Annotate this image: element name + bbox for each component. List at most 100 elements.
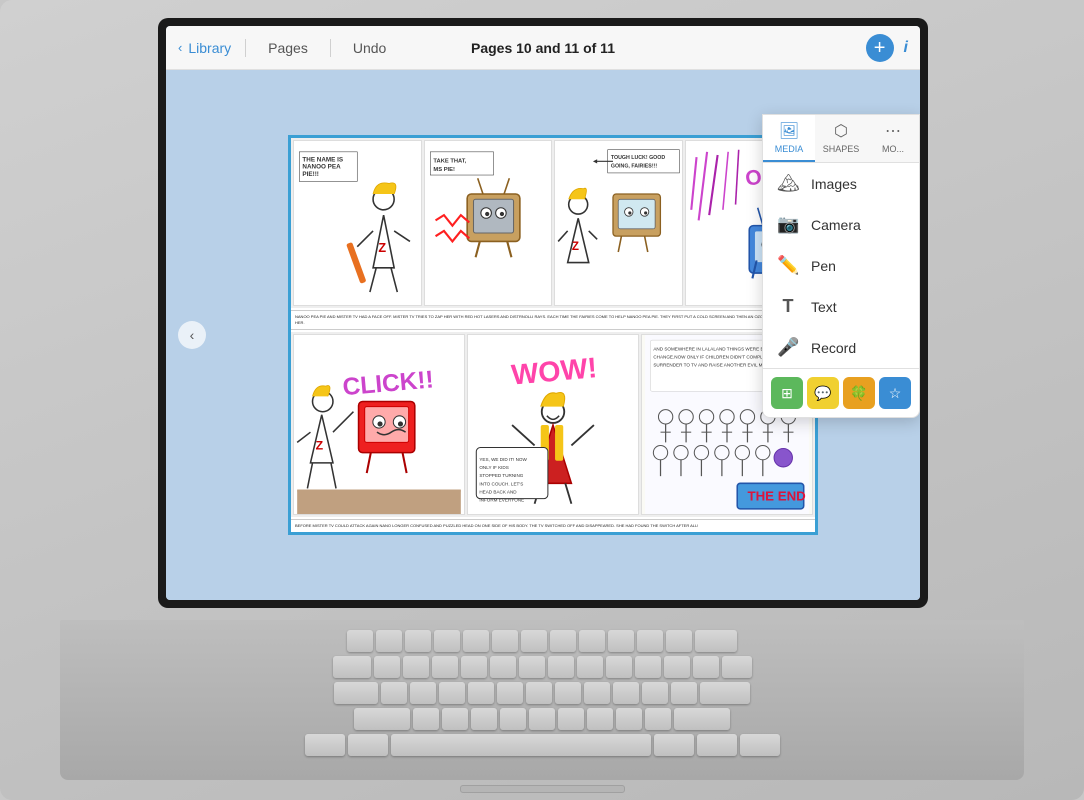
key	[403, 656, 429, 678]
comic-top-narrative: NANOO PEA PIE AND MISTER TV HAD A FACE O…	[291, 310, 815, 330]
svg-text:TAKE THAT,: TAKE THAT,	[433, 158, 466, 164]
key	[333, 656, 371, 678]
key	[497, 682, 523, 704]
comic-panel-5: CLICK!!	[293, 334, 465, 515]
key	[490, 656, 516, 678]
grid-icon: ⊞	[781, 385, 793, 402]
menu-item-record[interactable]: 🎤 Record	[763, 327, 919, 368]
menu-item-text[interactable]: T Text	[763, 286, 919, 327]
svg-text:CHANGE.NOW ONLY IF CHILDREN DI: CHANGE.NOW ONLY IF CHILDREN DIDN'T COMPL…	[653, 355, 777, 360]
key	[374, 656, 400, 678]
info-button[interactable]: i	[904, 39, 908, 57]
record-icon: 🎤	[777, 337, 799, 358]
key	[461, 656, 487, 678]
panel-6-drawing: WOW!	[468, 335, 638, 514]
key	[606, 656, 632, 678]
key	[410, 682, 436, 704]
key	[526, 682, 552, 704]
tab-more[interactable]: ⋯ MO...	[867, 115, 919, 162]
key	[463, 630, 489, 652]
dropdown-footer: ⊞ 💬 🍀 ☆	[763, 368, 919, 417]
toolbar-right: + i	[866, 34, 908, 62]
key	[434, 630, 460, 652]
text-icon: T	[777, 296, 799, 317]
key	[468, 682, 494, 704]
svg-text:Z: Z	[378, 241, 386, 255]
comic-panel-3: TOUGH LUCK! GOOD GOING, FAIRIES!!! Z	[554, 140, 683, 306]
pages-button[interactable]: Pages	[260, 36, 316, 60]
svg-text:TOUGH LUCK! GOOD: TOUGH LUCK! GOOD	[611, 155, 666, 161]
library-link[interactable]: Library	[188, 40, 231, 56]
leaf-icon: 🍀	[850, 385, 867, 402]
key	[305, 734, 345, 756]
key	[471, 708, 497, 730]
svg-text:STOPPED TURNING: STOPPED TURNING	[479, 473, 523, 478]
more-tab-icon: ⋯	[885, 121, 901, 141]
footer-chat-button[interactable]: 💬	[807, 377, 839, 409]
undo-button[interactable]: Undo	[345, 36, 394, 60]
record-label: Record	[811, 340, 856, 356]
key	[700, 682, 750, 704]
svg-text:YES, WE DID IT! NOW: YES, WE DID IT! NOW	[479, 457, 527, 462]
panel-2-drawing: TAKE THAT, MS PIE!	[425, 141, 552, 305]
nav-back-arrow[interactable]: ‹	[178, 321, 206, 349]
comic-panel-1: THE NAME IS NANOO PEA PIE!!! Z	[293, 140, 422, 306]
menu-item-pen[interactable]: ✏️ Pen	[763, 245, 919, 286]
star-icon: ☆	[889, 385, 902, 402]
spacebar-key[interactable]	[391, 734, 651, 756]
images-label: Images	[811, 176, 857, 192]
add-button[interactable]: +	[866, 34, 894, 62]
svg-text:INTO COUCH. LET'S: INTO COUCH. LET'S	[479, 481, 523, 486]
svg-text:THE NAME IS: THE NAME IS	[302, 156, 343, 163]
page-title: Pages 10 and 11 of 11	[471, 40, 615, 56]
pen-icon: ✏️	[777, 255, 799, 276]
tab-shapes[interactable]: ⬡ SHAPES	[815, 115, 867, 162]
svg-text:NANOO PEA: NANOO PEA	[302, 164, 341, 171]
pen-label: Pen	[811, 258, 836, 274]
key	[616, 708, 642, 730]
key	[500, 708, 526, 730]
key	[348, 734, 388, 756]
media-tab-label: MEDIA	[775, 144, 804, 154]
key	[613, 682, 639, 704]
media-tab-icon: 🖼	[779, 121, 799, 141]
key	[654, 734, 694, 756]
toolbar: ‹ Library Pages Undo Pages 10 and 11 of …	[166, 26, 920, 70]
svg-text:PIE!!!: PIE!!!	[302, 171, 318, 178]
svg-text:GOING, FAIRIES!!!: GOING, FAIRIES!!!	[611, 164, 657, 170]
toolbar-left: ‹ Library Pages Undo	[178, 36, 394, 60]
key	[608, 630, 634, 652]
chat-icon: 💬	[814, 385, 831, 402]
trackpad[interactable]	[460, 785, 625, 793]
shapes-tab-label: SHAPES	[823, 144, 860, 154]
key	[334, 682, 378, 704]
camera-icon: 📷	[777, 214, 799, 235]
key	[642, 682, 668, 704]
footer-grid-button[interactable]: ⊞	[771, 377, 803, 409]
key	[405, 630, 431, 652]
footer-star-button[interactable]: ☆	[879, 377, 911, 409]
key	[521, 630, 547, 652]
key	[693, 656, 719, 678]
screen-content: ‹ Library Pages Undo Pages 10 and 11 of …	[166, 26, 920, 600]
key	[442, 708, 468, 730]
panel-5-drawing: CLICK!!	[294, 335, 464, 514]
key	[645, 708, 671, 730]
keyboard-row-2	[75, 656, 1009, 678]
key	[695, 630, 737, 652]
tab-media[interactable]: 🖼 MEDIA	[763, 115, 815, 162]
comic-pages: THE NAME IS NANOO PEA PIE!!! Z	[288, 135, 818, 535]
dropdown-tabs: 🖼 MEDIA ⬡ SHAPES ⋯ MO...	[763, 115, 919, 163]
text-label: Text	[811, 299, 837, 315]
key	[381, 682, 407, 704]
images-icon: 🏔	[777, 173, 799, 194]
svg-text:INFORM EVERYONE: INFORM EVERYONE	[479, 498, 524, 503]
keyboard-row-1	[75, 630, 1009, 652]
footer-leaf-button[interactable]: 🍀	[843, 377, 875, 409]
menu-item-camera[interactable]: 📷 Camera	[763, 204, 919, 245]
menu-item-images[interactable]: 🏔 Images	[763, 163, 919, 204]
key	[347, 630, 373, 652]
shapes-tab-icon: ⬡	[834, 121, 848, 141]
svg-text:HEAD BACK AND: HEAD BACK AND	[479, 490, 517, 495]
keyboard-row-4	[75, 708, 1009, 730]
